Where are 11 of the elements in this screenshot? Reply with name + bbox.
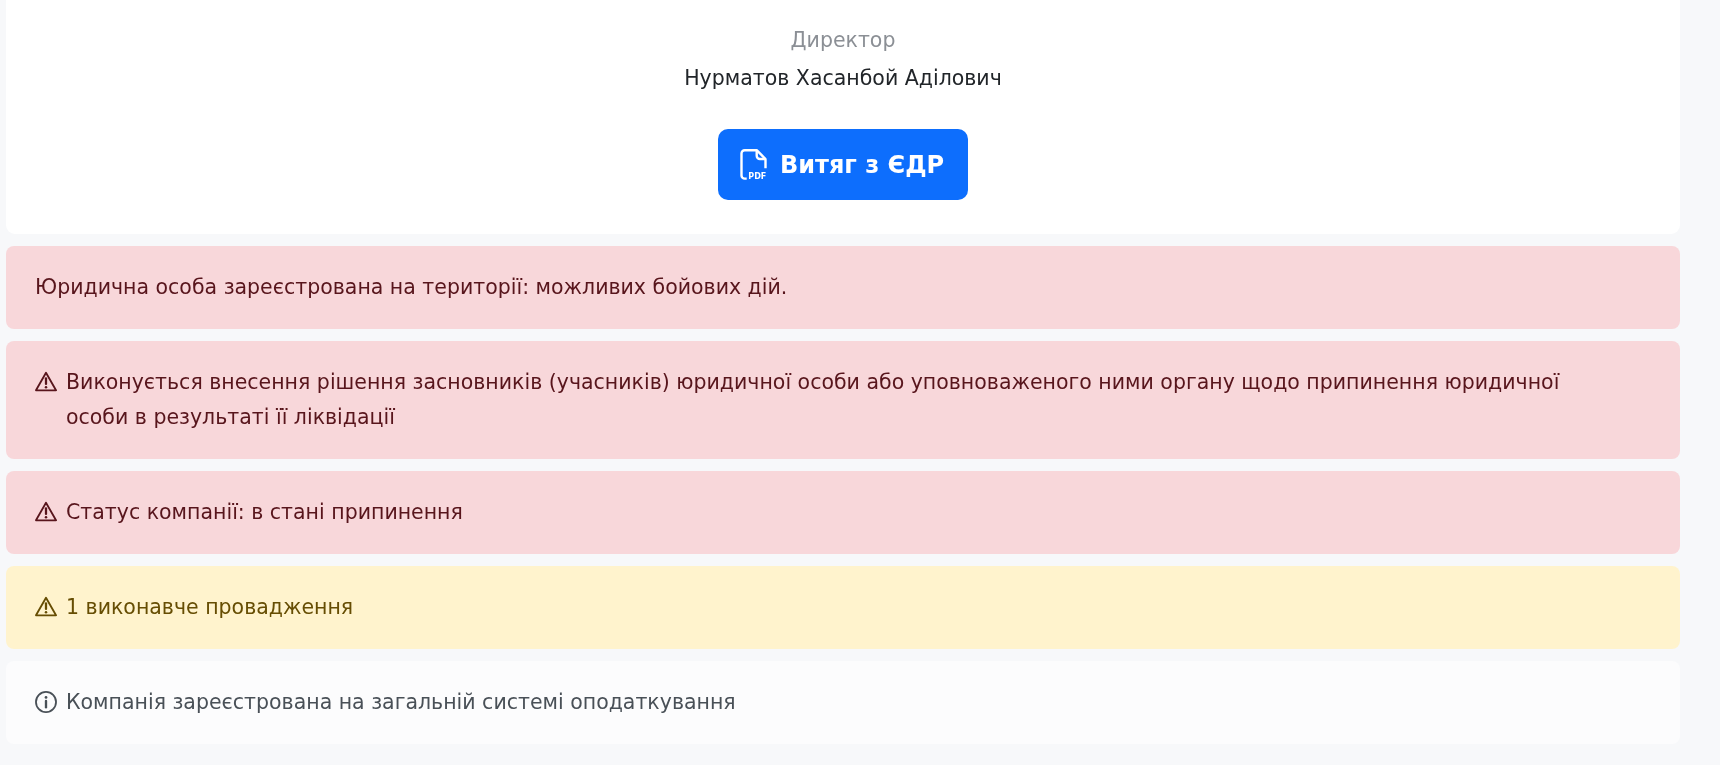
alert-text: 1 виконавче провадження [66, 594, 354, 621]
warning-icon [35, 596, 57, 617]
director-name: Нурматов Хасанбой Аділович [684, 65, 1002, 92]
alert-text: Виконується внесення рішення засновників (учасників) юридичної особи або уповноваженого ними органу щодо припинення юридичної особи в результаті її ліквідації [66, 369, 1561, 431]
info-icon [35, 691, 57, 713]
alert-text: Юридична особа зареєстрована на території: можливих бойових дій. [35, 274, 788, 301]
warning-icon [35, 371, 57, 392]
alert-text: Компанія зареєстрована на загальній системі оподаткування [66, 689, 736, 716]
alert-text: Статус компанії: в стані припинення [66, 499, 463, 526]
role-label: Директор [790, 27, 896, 54]
warning-icon [35, 501, 57, 522]
